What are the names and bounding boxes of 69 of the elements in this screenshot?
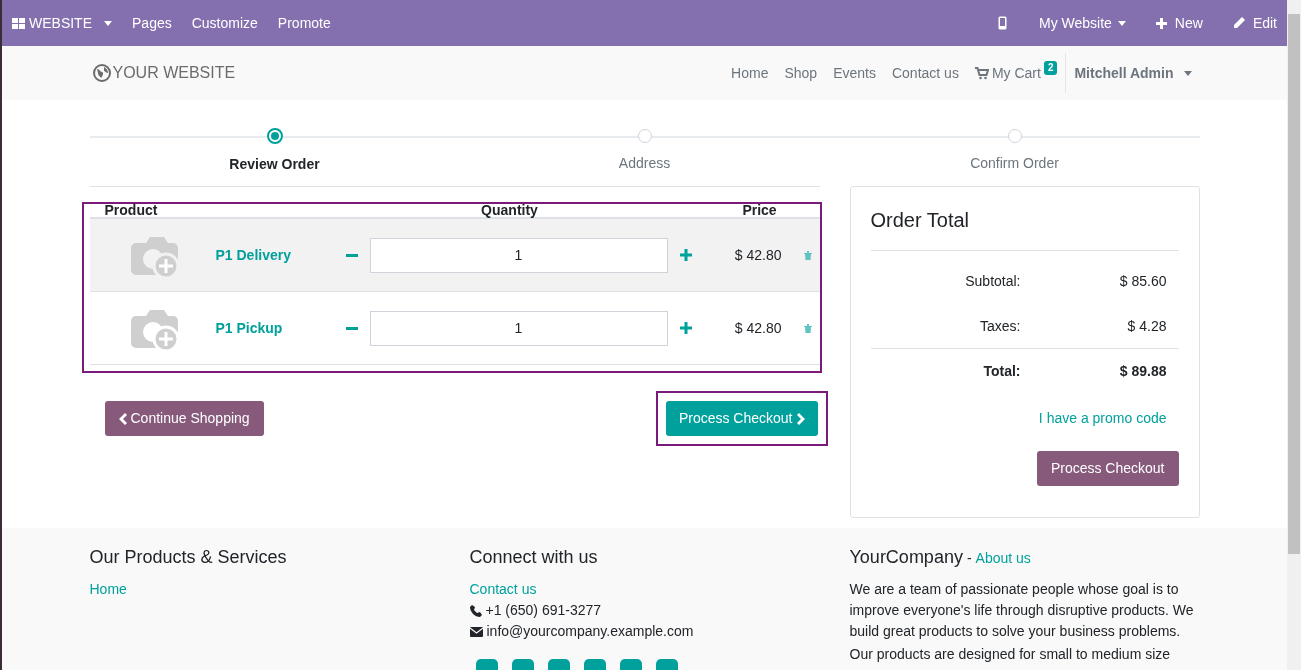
envelope-icon: [469, 626, 483, 637]
footer-heading: Connect with us: [469, 546, 599, 569]
globe-icon: [92, 64, 111, 82]
website-switcher[interactable]: My Website: [1039, 12, 1126, 34]
footer-heading: Our Products & Services: [89, 546, 288, 569]
pencil-icon: [1232, 17, 1245, 29]
continue-shopping-button[interactable]: Continue Shopping: [104, 401, 264, 436]
minus-icon[interactable]: [345, 326, 358, 330]
price-text: $ 42.80: [733, 245, 782, 265]
total-value: $ 89.88: [1118, 362, 1167, 381]
email-text: info@yourcompany.example.com: [486, 622, 694, 641]
plus-icon[interactable]: [679, 249, 692, 261]
edit-button[interactable]: Edit: [1232, 12, 1277, 34]
trash-icon[interactable]: [803, 323, 812, 333]
user-menu[interactable]: Mitchell Admin: [1074, 62, 1200, 84]
menu-item[interactable]: Promote: [277, 12, 331, 34]
nav-link[interactable]: Shop: [784, 62, 818, 84]
column-header: Product: [103, 203, 159, 217]
total-label: Subtotal:: [964, 272, 1021, 291]
cart-icon: [974, 66, 989, 80]
plus-icon: [1155, 17, 1167, 29]
quantity-field[interactable]: 1: [369, 237, 668, 273]
separator-text: -: [966, 549, 972, 568]
promo-code-link[interactable]: I have a promo code: [1038, 408, 1167, 429]
footer-link[interactable]: Home: [89, 579, 440, 600]
price-text: $ 42.80: [733, 318, 782, 338]
chevron-right-icon: [796, 412, 805, 425]
column-header: Quantity: [480, 203, 539, 217]
mobile-preview-icon[interactable]: [998, 16, 1007, 30]
product-link[interactable]: P1 Pickup: [215, 317, 336, 339]
nav-link[interactable]: Contact us: [891, 62, 959, 84]
column-header: Price: [741, 203, 778, 217]
total-label: Taxes:: [979, 316, 1021, 336]
app-menu-button[interactable]: WEBSITE: [12, 12, 112, 34]
about-paragraph: Our products are designed for small to medium size: [849, 645, 1172, 664]
trash-icon[interactable]: [803, 250, 812, 260]
product-link[interactable]: P1 Delivery: [215, 244, 336, 266]
apps-icon: [12, 17, 25, 29]
about-link[interactable]: About us: [975, 548, 1031, 569]
website-logo[interactable]: YOUR WEBSITE: [89, 55, 239, 91]
phone-icon: [469, 604, 482, 617]
process-checkout-button[interactable]: Process Checkout: [665, 401, 818, 436]
menu-item[interactable]: Customize: [191, 12, 258, 34]
total-value: $ 85.60: [1118, 272, 1167, 291]
nav-link[interactable]: Events: [833, 62, 876, 84]
caret-icon: [104, 20, 112, 26]
menu-item[interactable]: Pages: [132, 12, 172, 34]
new-button[interactable]: New: [1155, 12, 1203, 34]
phone-text: +1 (650) 691-3277: [485, 601, 602, 620]
caret-icon: [1183, 70, 1192, 76]
step-label: Review Order: [229, 155, 320, 174]
scrollbar[interactable]: [1287, 0, 1301, 670]
quantity-field[interactable]: 1: [369, 310, 668, 346]
total-label: Total:: [982, 362, 1021, 381]
chevron-left-icon: [118, 412, 127, 425]
about-paragraph: We are a team of passionate people whose goal is to improve everyone's life through disruptive products. We build great products to solve your business problems.: [849, 580, 1195, 641]
step-label: Confirm Order: [970, 154, 1059, 173]
footer-link[interactable]: Contact us: [469, 579, 820, 600]
step-label: Address: [618, 154, 671, 173]
company-name: YourCompany: [849, 546, 963, 569]
card-title: Order Total: [870, 205, 1179, 251]
total-value: $ 4.28: [1126, 316, 1167, 336]
process-checkout-button[interactable]: Process Checkout: [1036, 451, 1179, 486]
nav-link[interactable]: Home: [731, 62, 769, 84]
plus-icon[interactable]: [679, 322, 692, 334]
cart-link[interactable]: My Cart 2: [974, 62, 1058, 84]
caret-icon: [1117, 20, 1126, 26]
minus-icon[interactable]: [345, 253, 358, 257]
cart-count-badge: 2: [1043, 61, 1058, 75]
